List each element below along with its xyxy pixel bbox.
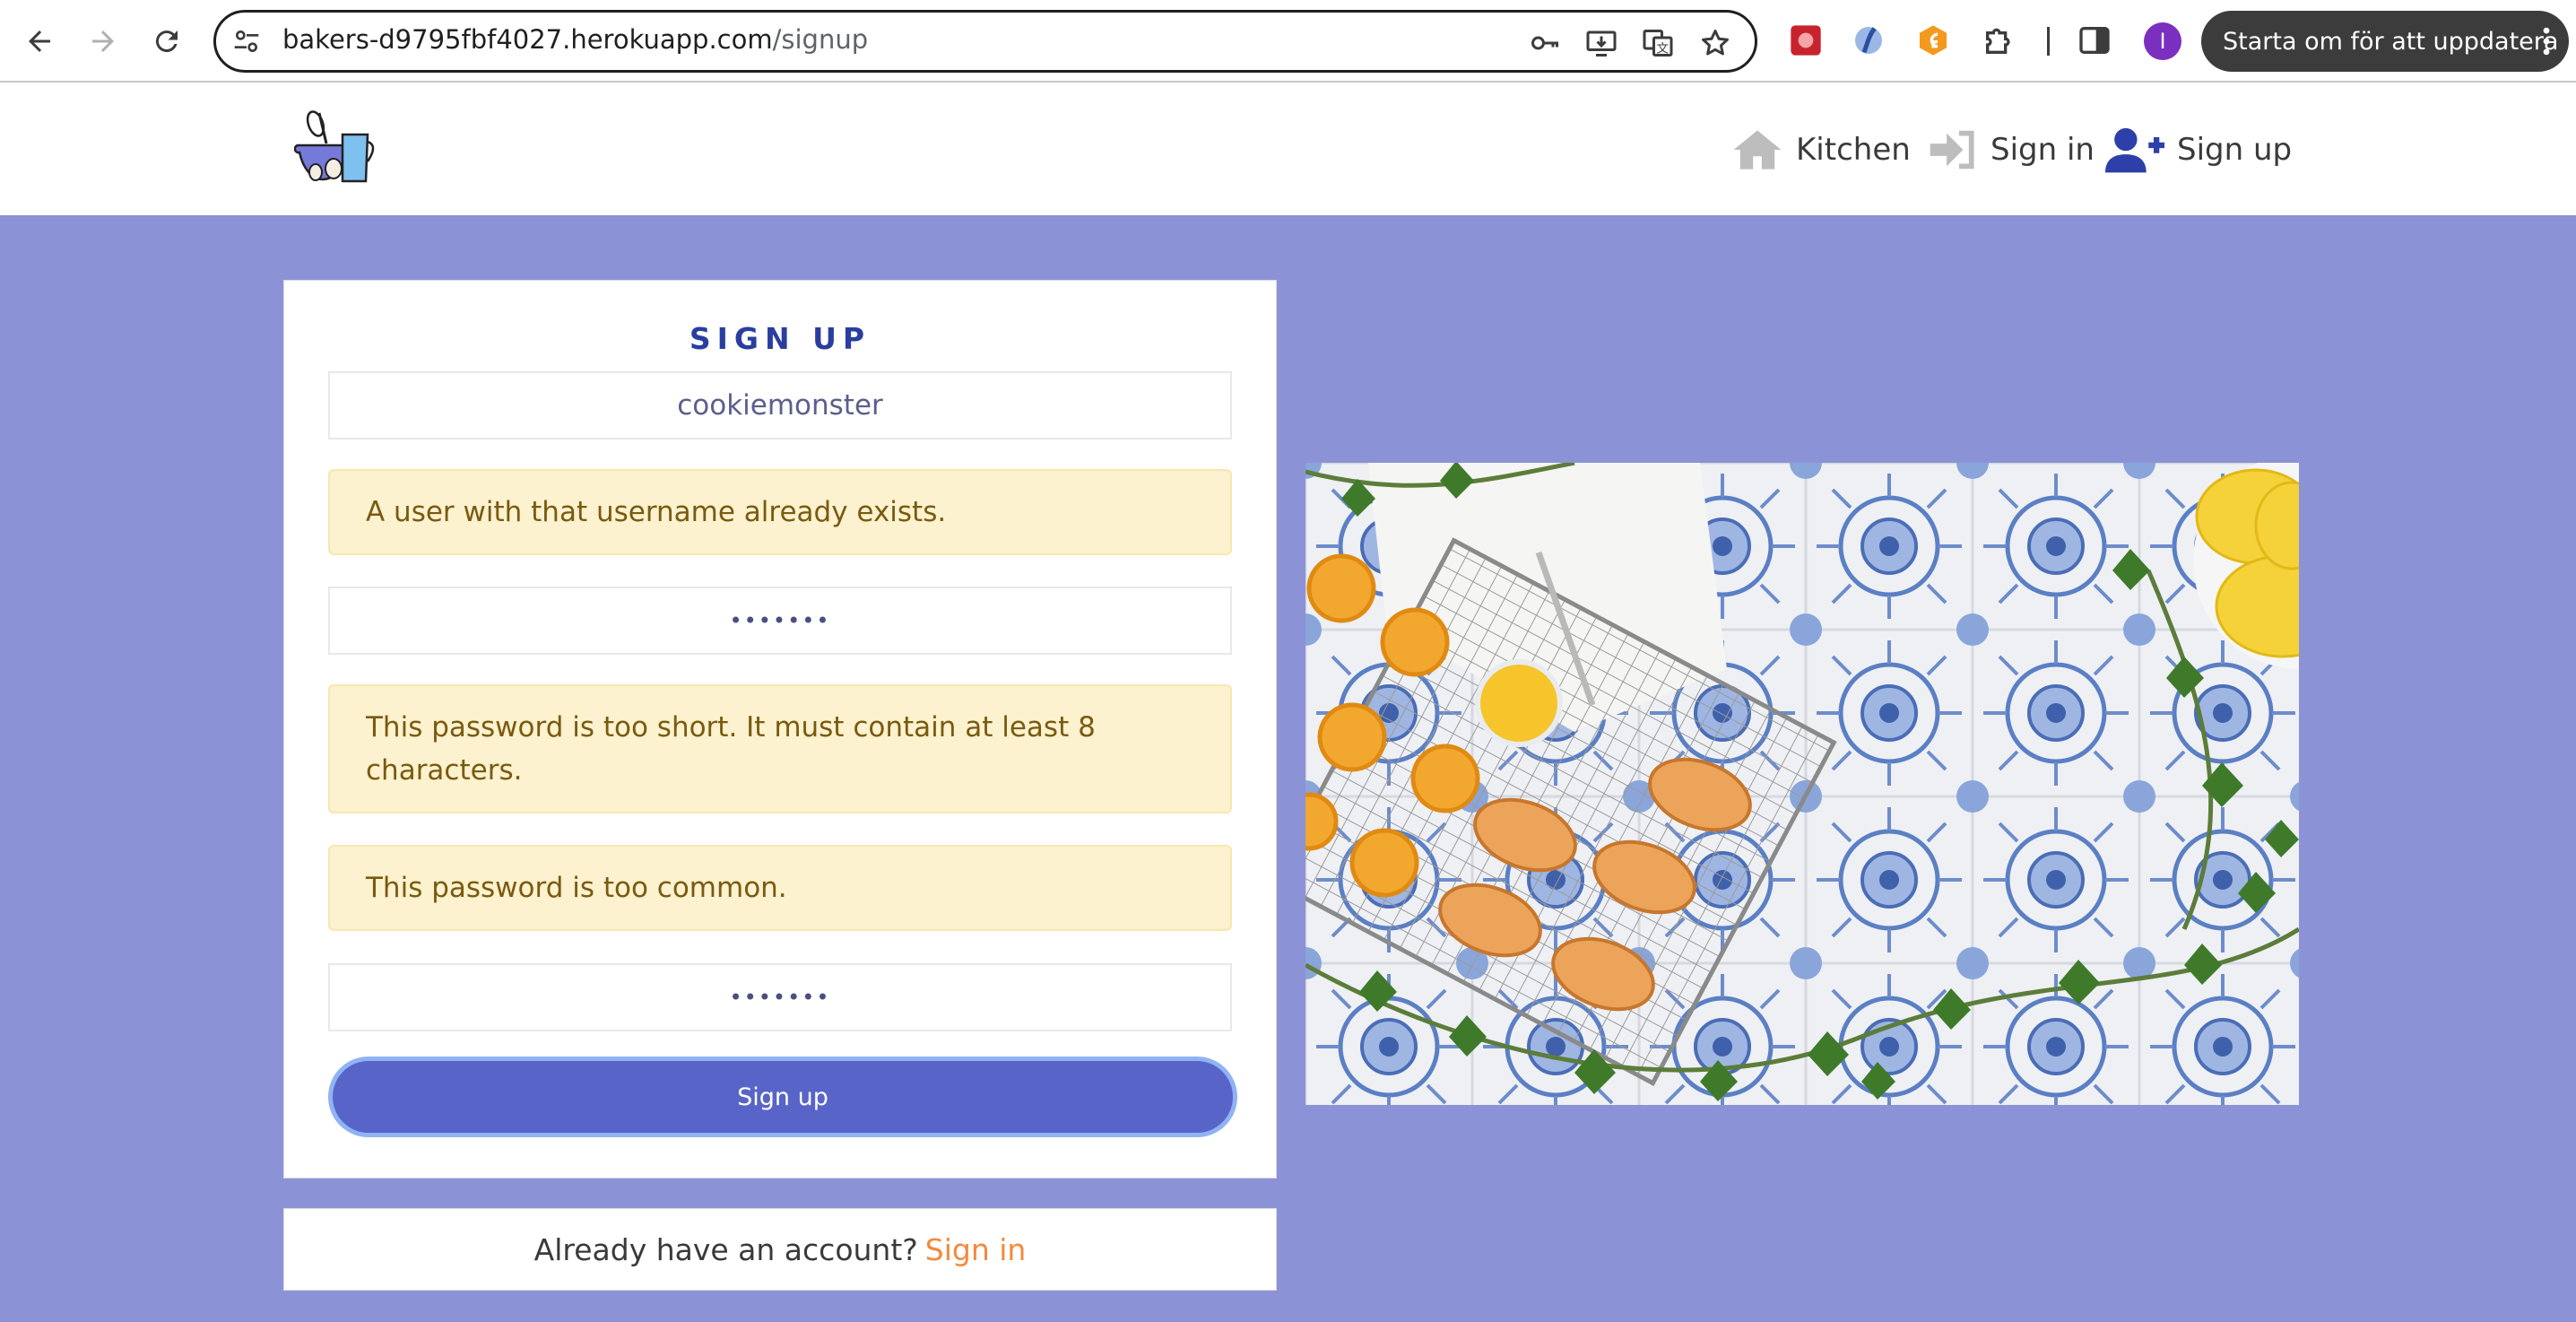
signin-link[interactable]: Sign in xyxy=(925,1232,1027,1267)
url-path: /signup xyxy=(772,24,869,55)
site-navbar: Kitchen Sign in Sign up xyxy=(0,83,2576,215)
nav-sign-up-label: Sign up xyxy=(2177,132,2293,168)
url-text[interactable]: bakers-d9795fbf4027.herokuapp.com/signup xyxy=(282,24,868,55)
profile-avatar[interactable]: I xyxy=(2144,22,2181,60)
signin-prompt-card: Already have an account? Sign in xyxy=(283,1208,1277,1291)
extension-blue-icon[interactable] xyxy=(1848,20,1889,61)
password-confirm-input[interactable] xyxy=(328,963,1232,1031)
home-icon xyxy=(1733,130,1782,170)
extension-orange-icon[interactable] xyxy=(1912,20,1954,61)
arrow-left-icon xyxy=(29,30,50,52)
url-host: bakers-d9795fbf4027.herokuapp.com xyxy=(282,24,773,55)
svg-text:文: 文 xyxy=(1657,42,1670,57)
update-label: Starta om för att uppdatera xyxy=(2223,27,2559,56)
bakery-logo[interactable] xyxy=(294,109,380,187)
translate-icon[interactable]: 文 xyxy=(1640,25,1676,61)
password-input[interactable] xyxy=(328,587,1232,655)
extension-red-icon[interactable] xyxy=(1785,20,1826,61)
signup-heading: SIGN UP xyxy=(689,321,872,356)
forward-button[interactable] xyxy=(78,16,128,66)
update-chrome-button[interactable]: Starta om för att uppdatera xyxy=(2201,11,2569,72)
toolbar-divider xyxy=(2047,27,2050,56)
reload-icon xyxy=(155,30,178,53)
nav-kitchen[interactable]: Kitchen xyxy=(1731,124,1911,176)
nav-kitchen-label: Kitchen xyxy=(1796,132,1911,168)
bookmark-star-icon[interactable] xyxy=(1697,25,1733,61)
site-settings-icon[interactable] xyxy=(232,27,261,56)
username-error-alert: A user with that username already exists… xyxy=(328,469,1232,555)
nav-sign-in[interactable]: Sign in xyxy=(1928,124,2095,176)
extensions-puzzle-icon[interactable] xyxy=(1979,20,2020,61)
install-app-icon[interactable] xyxy=(1583,25,1619,61)
password-common-error-alert: This password is too common. xyxy=(328,845,1232,931)
hero-baking-image xyxy=(1305,463,2299,1105)
more-menu-icon xyxy=(2543,27,2550,56)
browser-toolbar: bakers-d9795fbf4027.herokuapp.com/signup… xyxy=(0,0,2576,83)
signin-prompt-text: Already have an account? xyxy=(533,1231,918,1267)
nav-sign-in-label: Sign in xyxy=(1991,132,2095,168)
arrow-right-icon xyxy=(92,30,114,52)
sign-in-icon xyxy=(1930,130,1974,170)
password-key-icon[interactable] xyxy=(1527,25,1563,61)
signup-submit-button[interactable]: Sign up xyxy=(328,1057,1237,1137)
address-bar[interactable]: bakers-d9795fbf4027.herokuapp.com/signup… xyxy=(213,10,1757,73)
nav-sign-up[interactable]: Sign up xyxy=(2105,124,2292,176)
reload-button[interactable] xyxy=(142,16,192,66)
side-panel-icon[interactable] xyxy=(2074,20,2115,61)
username-input[interactable] xyxy=(328,371,1232,439)
user-plus-icon xyxy=(2105,127,2164,173)
back-button[interactable] xyxy=(14,16,65,66)
password-short-error-alert: This password is too short. It must cont… xyxy=(328,684,1232,813)
